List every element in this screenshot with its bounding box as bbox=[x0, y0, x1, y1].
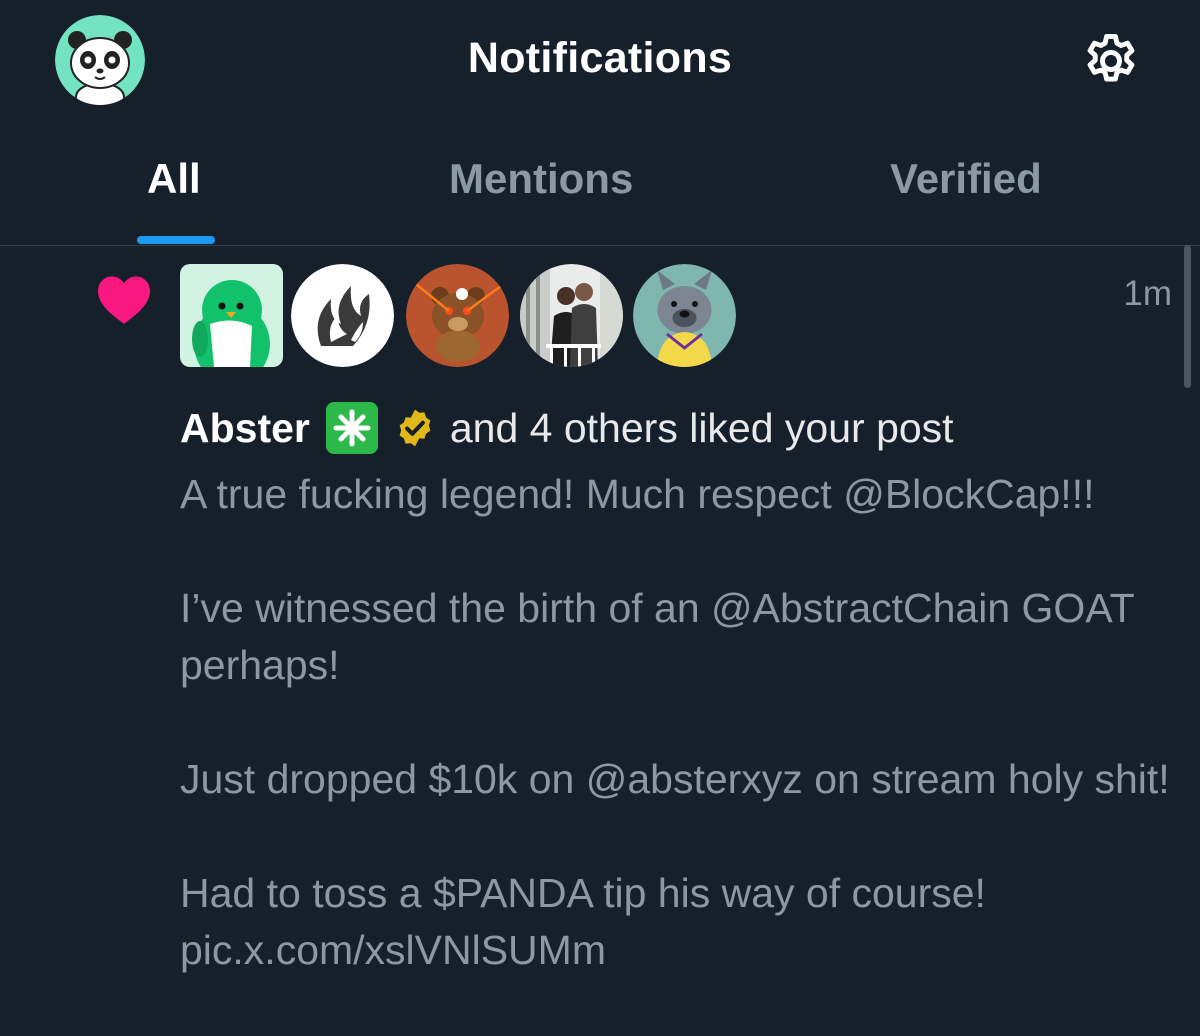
penguin-avatar[interactable] bbox=[180, 264, 283, 367]
settings-button[interactable] bbox=[1080, 30, 1142, 92]
actor-name[interactable]: Abster bbox=[180, 405, 310, 452]
tab-mentions[interactable]: Mentions bbox=[449, 155, 633, 203]
bulldog-avatar[interactable] bbox=[633, 264, 736, 367]
notification-headline: Abster and 4 others liked your post bbox=[180, 398, 954, 458]
tab-verified[interactable]: Verified bbox=[890, 155, 1042, 203]
post-line: Just dropped $10k on @absterxyz on strea… bbox=[180, 756, 1170, 802]
active-tab-indicator bbox=[137, 236, 215, 244]
couple-photo-icon bbox=[520, 264, 623, 367]
notification-tabs: All Mentions Verified bbox=[0, 135, 1200, 246]
post-line: I’ve witnessed the birth of an @Abstract… bbox=[180, 585, 1134, 688]
tab-all[interactable]: All bbox=[147, 155, 201, 203]
scrollbar[interactable] bbox=[1184, 245, 1191, 388]
post-line: A true fucking legend! Much respect @Blo… bbox=[180, 471, 1095, 517]
penguin-avatar-icon bbox=[180, 264, 283, 367]
couple-photo-avatar[interactable] bbox=[520, 264, 623, 367]
action-text: and 4 others liked your post bbox=[449, 404, 954, 451]
sparkle-badge-icon bbox=[324, 400, 380, 456]
gear-icon bbox=[1087, 34, 1135, 82]
notification-time: 1m bbox=[1123, 274, 1172, 313]
verified-badge-icon bbox=[394, 407, 436, 449]
heart-icon bbox=[95, 273, 153, 325]
post-preview[interactable]: A true fucking legend! Much respect @Blo… bbox=[180, 466, 1180, 1036]
post-line: Had to toss a $PANDA tip his way of cour… bbox=[180, 870, 986, 973]
cartoon-bear-avatar[interactable] bbox=[406, 264, 509, 367]
cartoon-bear-icon bbox=[406, 264, 509, 367]
bulldog-icon bbox=[633, 264, 736, 367]
top-bar: Notifications bbox=[0, 0, 1200, 122]
brand-logo-icon bbox=[291, 264, 394, 367]
brand-logo-avatar[interactable] bbox=[291, 264, 394, 367]
page-title: Notifications bbox=[467, 34, 733, 82]
